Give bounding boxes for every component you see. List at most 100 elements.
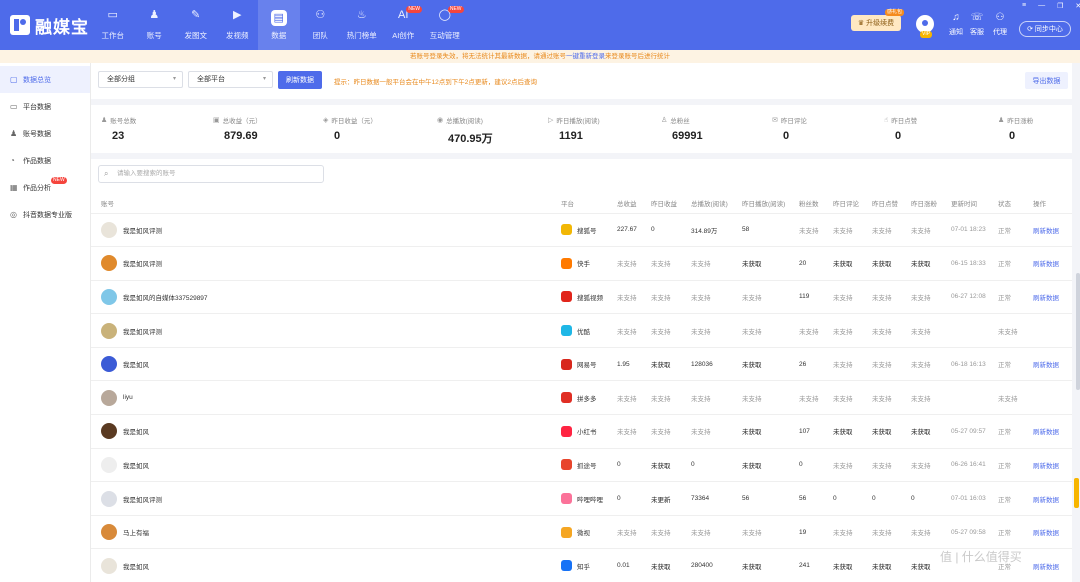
- minimize-icon[interactable]: —: [1038, 2, 1045, 10]
- platform-icon: ▭: [10, 102, 18, 111]
- account: 我是如风评测: [95, 490, 557, 507]
- new-badge: NEW: [406, 6, 422, 13]
- account-name: 我是如风: [123, 563, 149, 571]
- tool-bell[interactable]: ♫ 通知: [945, 12, 967, 37]
- stat-label-text: 总收益（元）: [222, 118, 262, 125]
- nav-item-0[interactable]: ▭ 工作台: [92, 0, 134, 50]
- nav-item-5[interactable]: ⚇ 团队: [300, 0, 342, 50]
- sidebar-item-1[interactable]: ▭ 平台数据: [0, 93, 90, 120]
- refresh-row-button[interactable]: 刷新数据: [1029, 548, 1072, 582]
- nav-item-4[interactable]: ▤ 数据: [258, 0, 300, 50]
- sidebar-item-2[interactable]: ♟ 账号数据: [0, 120, 90, 147]
- sidebar-item-5[interactable]: ◎ 抖音数据专业版: [0, 201, 90, 228]
- platform-cell: 知乎: [557, 548, 613, 582]
- tool-service[interactable]: ☏ 客服: [966, 12, 988, 37]
- platform-name: 知乎: [577, 563, 590, 571]
- data-cell: 未支持: [687, 313, 738, 348]
- data-cell: 56: [795, 481, 829, 516]
- floating-handle[interactable]: [1074, 478, 1079, 508]
- restore-icon[interactable]: ❐: [1057, 2, 1063, 10]
- close-icon[interactable]: ✕: [1075, 2, 1080, 10]
- platform-icon: [561, 325, 572, 337]
- stat-label: ◉ 总播放(阅读): [437, 115, 493, 125]
- export-button[interactable]: 导出数据: [1025, 72, 1068, 89]
- account-cell: 我是如风评测: [91, 246, 557, 281]
- avatar: [101, 557, 117, 574]
- account-name: 马上有福: [123, 530, 149, 538]
- nav-item-2[interactable]: ✎ 发图文: [175, 0, 217, 50]
- tool-agent[interactable]: ⚇ 代理: [989, 12, 1011, 37]
- stat-label-text: 总播放(阅读): [446, 118, 483, 125]
- account-name: 我是如风评测: [123, 496, 162, 504]
- data-cell: 正常: [994, 212, 1029, 247]
- table-row: 我是如风 知乎 0.01 未获取 280400 未获取 241 未获取 未获取 未获取 正常 刷新数据: [91, 548, 1072, 582]
- refresh-row-button[interactable]: 刷新数据: [1029, 279, 1072, 314]
- data-cell: 未支持: [738, 279, 795, 314]
- column-header: 总收益: [617, 200, 637, 208]
- nav-item-3[interactable]: ▶ 发视频: [217, 0, 259, 50]
- nav-item-1[interactable]: ♟ 账号: [134, 0, 176, 50]
- nav-item-7[interactable]: AI AI创作 NEW: [383, 0, 425, 50]
- account-name: 我是如风评测: [123, 227, 162, 235]
- nav-item-8[interactable]: ◯ 互动管理 NEW: [424, 0, 466, 50]
- column-header: 平台: [561, 200, 574, 208]
- sidebar-item-3[interactable]: ◔ 作品数据: [0, 147, 90, 174]
- douyin-icon: ◎: [10, 210, 17, 219]
- group-select[interactable]: 全部分组 ▾: [98, 71, 183, 88]
- data-cell: 未更新: [647, 481, 687, 516]
- bell-icon: ♫: [952, 12, 960, 23]
- refresh-row-button[interactable]: 刷新数据: [1029, 246, 1072, 281]
- data-cell: 0: [613, 447, 647, 482]
- stat-value: 470.95万: [448, 133, 493, 145]
- sync-center-button[interactable]: ⟳ 同步中心: [1019, 21, 1071, 37]
- menu-icon[interactable]: ≡: [1022, 2, 1026, 10]
- platform-cell: 搜狐号: [557, 212, 613, 247]
- platform-icon: [561, 459, 572, 471]
- data-cell: 正常: [994, 514, 1029, 549]
- table-row: 我是如风 小红书 未支持 未支持 未支持 未获取 107 未获取 未获取 未获取 05-27 09:…: [91, 414, 1072, 449]
- data-cell: 0.01: [613, 548, 647, 582]
- refresh-row-button[interactable]: 刷新数据: [1029, 514, 1072, 549]
- works-icon: ◔: [10, 156, 15, 165]
- refresh-row-button[interactable]: 刷新数据: [1029, 447, 1072, 482]
- refresh-button[interactable]: 刷新数据: [278, 71, 322, 89]
- nav-item-6[interactable]: ♨ 热门榜单: [341, 0, 383, 50]
- search-input[interactable]: ⌕ 请输入要搜索的账号: [98, 165, 324, 183]
- data-cell: 128036: [687, 346, 738, 381]
- data-cell: 0: [907, 481, 947, 516]
- search-placeholder: 请输入要搜索的账号: [117, 170, 176, 177]
- stat-label: ▷ 昨日播放(阅读): [548, 115, 600, 125]
- data-cell: 58: [738, 212, 795, 247]
- platform: 拼多多: [561, 392, 613, 404]
- relogin-link[interactable]: 一键重新登录: [566, 53, 605, 60]
- data-cell: 06-18 16:13: [947, 346, 994, 381]
- sidebar-item-4[interactable]: ▦ 作品分析 NEW: [0, 174, 90, 201]
- nav-label: 账号: [146, 30, 162, 40]
- data-cell: 正常: [994, 246, 1029, 281]
- account: 我是如风: [95, 456, 557, 473]
- refresh-row-button[interactable]: 刷新数据: [1029, 212, 1072, 247]
- nav-label: 热门榜单: [346, 30, 377, 40]
- data-cell: 未获取: [738, 548, 795, 582]
- scrollbar-thumb[interactable]: [1076, 273, 1080, 390]
- data-cell: 0: [868, 481, 907, 516]
- stat-card: ◉ 总播放(阅读) 470.95万: [437, 115, 493, 146]
- table-row: 我是如风 抓途号 0 未获取 0 未获取 0 未支持 未支持 未支持 06-26 16:41 正常 刷新…: [91, 447, 1072, 482]
- sidebar-item-0[interactable]: ▢ 数据总览: [0, 66, 90, 93]
- upgrade-button[interactable]: ♛ 升级续费: [851, 15, 901, 31]
- account-cell: 我是如风: [91, 447, 557, 482]
- refresh-row-button[interactable]: 刷新数据: [1029, 414, 1072, 449]
- table-row: 我是如风评测 哔哩哔哩 0 未更新 73364 56 56 0 0 0 07-01 16:03 正常刷…: [91, 481, 1072, 516]
- refresh-row-button: [1029, 313, 1072, 348]
- nav-icon-wrap: ⚇: [312, 9, 328, 26]
- data-icon: ▤: [273, 11, 284, 24]
- platform-name: 网易号: [577, 362, 597, 370]
- refresh-row-button[interactable]: 刷新数据: [1029, 346, 1072, 381]
- platform-select[interactable]: 全部平台 ▾: [188, 71, 273, 88]
- data-cell: 未获取: [829, 246, 868, 281]
- refresh-row-button[interactable]: 刷新数据: [1029, 481, 1072, 516]
- analysis-icon: ▦: [10, 183, 18, 192]
- column-header: 状态: [998, 200, 1011, 208]
- crown-icon: ♛: [857, 20, 867, 27]
- table-header-row: 账号 平台 总收益 昨日收益 总播放(阅读) 昨日播放(阅读) 粉丝数 昨日评论 昨日点赞 昨日涨…: [91, 193, 1072, 213]
